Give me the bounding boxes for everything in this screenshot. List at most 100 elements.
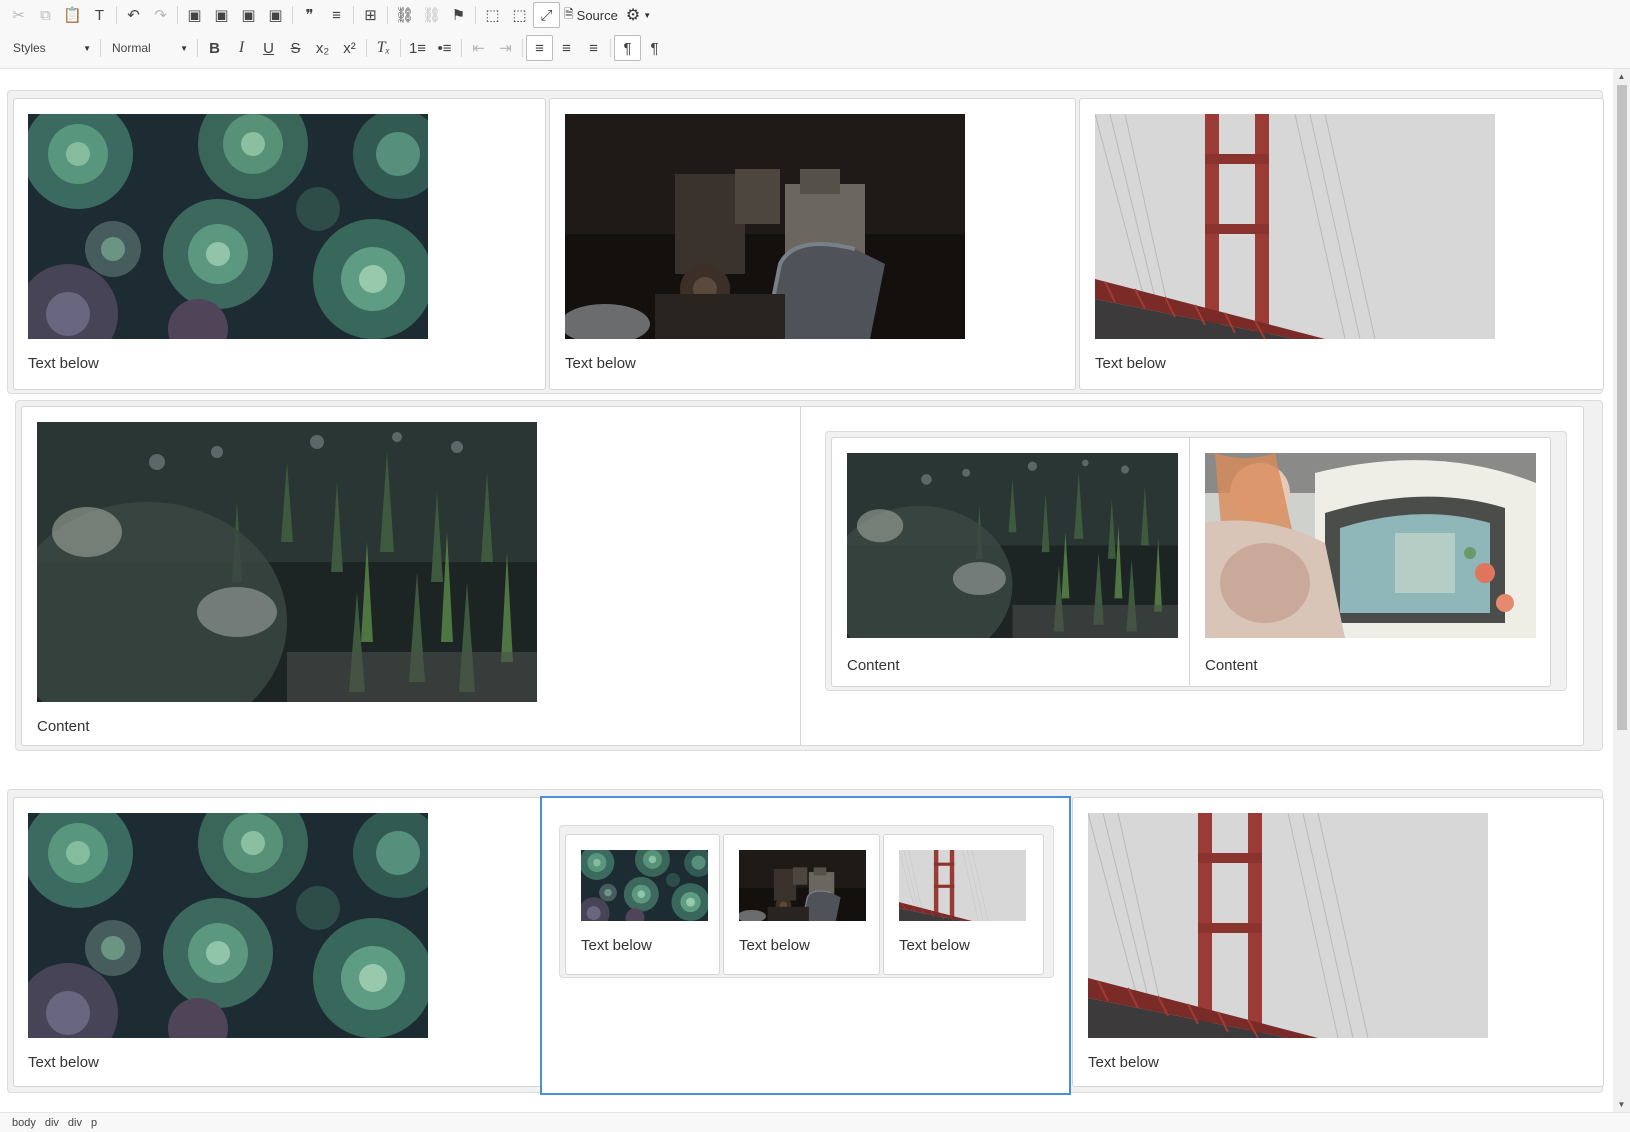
select-all-button[interactable]: ⬚ (479, 2, 506, 28)
image-row-1: Text below Text below Text below (7, 90, 1604, 394)
remove-format-button[interactable]: Tₓ (370, 35, 397, 61)
table-button[interactable]: ⊞ (357, 2, 384, 28)
bridge-thumbnail[interactable] (899, 850, 1026, 921)
italic-button[interactable]: I (228, 35, 255, 61)
path-element-div[interactable]: div (64, 1117, 87, 1129)
content-card[interactable]: Content (831, 437, 1190, 687)
ltr-button[interactable]: ¶ (614, 35, 641, 61)
strikethrough-icon: S (290, 39, 301, 57)
indent-icon: ⇥ (499, 40, 512, 57)
image-card[interactable]: Text below (549, 98, 1076, 390)
cut-button[interactable]: ✂ (5, 2, 32, 28)
bridge-image[interactable] (1088, 813, 1488, 1038)
machinery-image[interactable] (565, 114, 965, 339)
paste-button[interactable]: 📋 (59, 2, 86, 28)
insert-media-icon: ▣ (268, 7, 283, 24)
chevron-down-icon: ▼ (83, 43, 91, 53)
align-center-button[interactable]: ≡ (553, 35, 580, 61)
path-element-body[interactable]: body (8, 1117, 41, 1129)
image-card[interactable]: Text below (13, 797, 546, 1087)
separator (177, 6, 178, 24)
format-dropdown[interactable]: Normal ▼ (104, 35, 194, 61)
horizontal-rule-button[interactable]: ≡ (323, 2, 350, 28)
editor-content-area[interactable]: Text below Text below Text below Content… (0, 69, 1630, 1112)
card-caption: Text below (899, 937, 970, 954)
redo-icon: ↷ (154, 7, 167, 24)
separator (292, 6, 293, 24)
image-card[interactable]: Text below (13, 98, 546, 390)
align-right-button[interactable]: ≡ (580, 35, 607, 61)
align-center-icon: ≡ (562, 39, 571, 57)
ltr-icon: ¶ (623, 39, 632, 57)
succulent-thumbnail[interactable] (581, 850, 708, 921)
editor-toolbar: ✂ ⧉ 📋 T ↶ ↷ ▣ ▣ ▣ ▣ ❞ ≡ ⊞ ⛓ ⛓ ⚑ ⬚ ⬚ ⤢ 🗎 Source ⚙ ▼ Styles ▼ No… (0, 0, 1630, 69)
unlink-button[interactable]: ⛓ (418, 2, 445, 28)
selected-card[interactable]: Text below Text below Text below (540, 796, 1071, 1095)
rtl-button[interactable]: ¶ (641, 35, 668, 61)
undo-button[interactable]: ↶ (120, 2, 147, 28)
content-card[interactable]: Content (21, 406, 801, 746)
align-left-button[interactable]: ≡ (526, 35, 553, 61)
chevron-down-icon: ▼ (180, 43, 188, 53)
numbered-list-button[interactable]: 1≡ (404, 35, 431, 61)
source-button[interactable]: 🗎 Source (560, 2, 622, 28)
card-caption: Text below (28, 355, 99, 372)
table-icon: ⊞ (364, 7, 377, 24)
content-card[interactable]: Content (1189, 437, 1551, 687)
maximize-button[interactable]: ⤢ (533, 2, 560, 28)
maximize-icon: ⤢ (540, 6, 553, 24)
separator (366, 39, 367, 57)
source-icon: 🗎 (564, 6, 574, 21)
paste-text-button[interactable]: T (86, 2, 113, 28)
image-replace-button[interactable]: ▣ (208, 2, 235, 28)
toolbar-row-1: ✂ ⧉ 📋 T ↶ ↷ ▣ ▣ ▣ ▣ ❞ ≡ ⊞ ⛓ ⛓ ⚑ ⬚ ⬚ ⤢ 🗎 Source ⚙ ▼ (5, 0, 655, 30)
link-button[interactable]: ⛓ (391, 2, 418, 28)
image-card[interactable]: Text below (1072, 797, 1604, 1087)
thumbnail-card[interactable]: Text below (723, 834, 880, 975)
scroll-up-arrow-icon[interactable]: ▲ (1613, 69, 1630, 84)
separator (475, 6, 476, 24)
scroll-down-arrow-icon[interactable]: ▼ (1613, 1097, 1630, 1112)
bold-button[interactable]: B (201, 35, 228, 61)
forest-image[interactable] (37, 422, 537, 702)
card-caption: Text below (581, 937, 652, 954)
rtl-icon: ¶ (650, 39, 659, 57)
show-blocks-button[interactable]: ⬚ (506, 2, 533, 28)
toolbar-row-2: Styles ▼ Normal ▼ B I U Sx₂ x² Tₓ 1≡ •≡ ⇤ ⇥ ≡ ≡ ≡ ¶ ¶ (5, 33, 668, 63)
insert-media-button[interactable]: ▣ (262, 2, 289, 28)
bridge-image[interactable] (1095, 114, 1495, 339)
vertical-scrollbar[interactable]: ▲ ▼ (1613, 69, 1630, 1112)
indent-button[interactable]: ⇥ (492, 35, 519, 61)
settings-dropdown[interactable]: ⚙ ▼ (622, 2, 655, 28)
path-element-div[interactable]: div (41, 1117, 64, 1129)
separator (353, 6, 354, 24)
subscript-icon: x₂ (315, 39, 330, 57)
succulent-image[interactable] (28, 813, 428, 1038)
underline-button[interactable]: U (255, 35, 282, 61)
image-card[interactable]: Text below (1079, 98, 1604, 390)
gallery-button[interactable]: ▣ (235, 2, 262, 28)
content-card[interactable]: Content Content (800, 406, 1584, 746)
outdent-button[interactable]: ⇤ (465, 35, 492, 61)
subscript-button[interactable]: x₂ (309, 35, 336, 61)
wedding-car-image[interactable] (1205, 453, 1536, 638)
redo-button[interactable]: ↷ (147, 2, 174, 28)
superscript-button[interactable]: x² (336, 35, 363, 61)
styles-dropdown[interactable]: Styles ▼ (5, 35, 97, 61)
thumbnail-card[interactable]: Text below (883, 834, 1044, 975)
forest-image[interactable] (847, 453, 1178, 638)
strikethrough-button[interactable]: S (282, 35, 309, 61)
machinery-thumbnail[interactable] (739, 850, 866, 921)
nested-image-row: Content Content (825, 431, 1567, 691)
blockquote-button[interactable]: ❞ (296, 2, 323, 28)
anchor-flag-button[interactable]: ⚑ (445, 2, 472, 28)
thumbnail-card[interactable]: Text below (565, 834, 720, 975)
succulent-image[interactable] (28, 114, 428, 339)
path-element-p[interactable]: p (87, 1117, 102, 1129)
scrollbar-thumb[interactable] (1617, 85, 1627, 730)
bulleted-list-button[interactable]: •≡ (431, 35, 458, 61)
format-dropdown-label: Normal (112, 41, 151, 55)
image-button[interactable]: ▣ (181, 2, 208, 28)
copy-button[interactable]: ⧉ (32, 2, 59, 28)
image-row-2: Content Content Content (15, 400, 1603, 751)
